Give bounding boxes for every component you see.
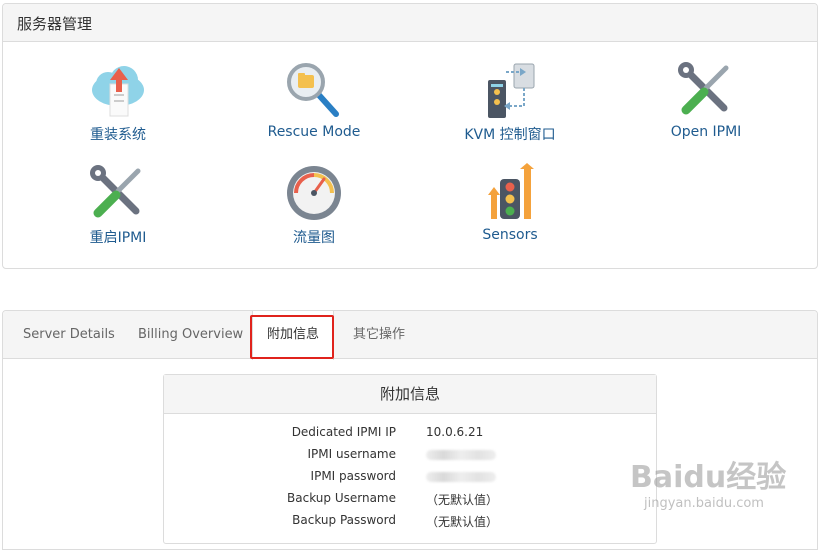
redacted-blur bbox=[426, 450, 496, 460]
rescue-mode-button[interactable]: Rescue Mode bbox=[216, 60, 412, 140]
sensors-button[interactable]: Sensors bbox=[412, 163, 608, 243]
magnifier-icon bbox=[287, 63, 339, 117]
redacted-blur bbox=[426, 472, 496, 482]
info-key: Backup Username bbox=[287, 491, 396, 505]
tile-label: 重启IPMI bbox=[89, 230, 147, 246]
info-key: Backup Password bbox=[292, 513, 396, 527]
traffic-graph-button[interactable]: 流量图 bbox=[216, 163, 412, 247]
open-ipmi-button[interactable]: Open IPMI bbox=[608, 60, 804, 140]
tools-icon bbox=[678, 62, 729, 115]
info-value: 10.0.6.21 bbox=[426, 425, 484, 439]
info-row-backup-username: Backup Username （无默认值） bbox=[164, 491, 658, 513]
info-value: （无默认值） bbox=[426, 493, 499, 507]
tile-label: KVM 控制窗口 bbox=[464, 127, 556, 143]
info-row-ipmi-ip: Dedicated IPMI IP 10.0.6.21 bbox=[164, 425, 658, 447]
tile-label: Rescue Mode bbox=[267, 124, 361, 140]
traffic-light-icon bbox=[488, 163, 534, 219]
tab-server-details[interactable]: Server Details bbox=[23, 311, 115, 359]
additional-info-card: 附加信息 Dedicated IPMI IP 10.0.6.21 IPMI us… bbox=[163, 374, 657, 544]
restart-ipmi-button[interactable]: 重启IPMI bbox=[20, 163, 216, 247]
info-value-redacted bbox=[426, 447, 496, 463]
tab-billing-overview[interactable]: Billing Overview bbox=[138, 311, 243, 359]
gauge-icon bbox=[287, 166, 341, 220]
tab-other-actions[interactable]: 其它操作 bbox=[353, 311, 405, 359]
info-value-redacted bbox=[426, 469, 496, 485]
server-management-panel: 服务器管理 重装系统 Rescue Mode KVM 控制窗口 Open IPM… bbox=[2, 3, 818, 269]
cloud-upload-icon bbox=[92, 66, 144, 117]
tile-label: 流量图 bbox=[293, 230, 335, 246]
tile-label: Sensors bbox=[482, 227, 538, 243]
info-key: Dedicated IPMI IP bbox=[291, 425, 396, 439]
card-title: 附加信息 bbox=[164, 375, 656, 414]
info-row-ipmi-password: IPMI password bbox=[164, 469, 658, 491]
info-value: （无默认值） bbox=[426, 515, 499, 529]
kvm-console-icon bbox=[488, 63, 535, 118]
info-row-backup-password: Backup Password （无默认值） bbox=[164, 513, 658, 535]
panel-title: 服务器管理 bbox=[3, 4, 817, 42]
tile-label: Open IPMI bbox=[670, 124, 742, 140]
tools-icon bbox=[90, 165, 141, 218]
reinstall-os-button[interactable]: 重装系统 bbox=[20, 60, 216, 144]
info-row-ipmi-username: IPMI username bbox=[164, 447, 658, 469]
tile-label: 重装系统 bbox=[90, 127, 146, 143]
info-key: IPMI username bbox=[307, 447, 396, 461]
info-key: IPMI password bbox=[310, 469, 396, 483]
tab-bar: Server Details Billing Overview 附加信息 其它操… bbox=[3, 311, 817, 360]
kvm-console-button[interactable]: KVM 控制窗口 bbox=[412, 60, 608, 144]
tab-additional-info[interactable]: 附加信息 bbox=[252, 311, 335, 360]
